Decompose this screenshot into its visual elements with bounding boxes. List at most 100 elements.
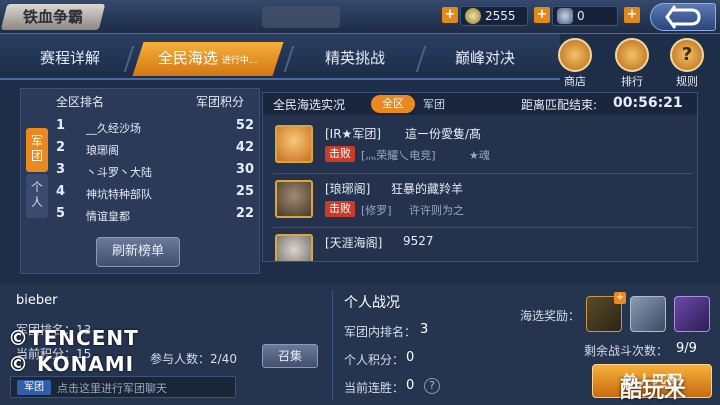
streak-value: 0	[406, 378, 415, 393]
ranking-icon	[615, 38, 649, 72]
site-watermark: 酷玩米	[620, 378, 687, 403]
live-feed-header: 全民海选实况 全区 军团 距离匹配结束: 00:56:21	[263, 93, 697, 115]
filter-legion-button[interactable]: 军团	[423, 96, 445, 112]
summon-button[interactable]: 召集	[262, 344, 318, 368]
shield-icon	[557, 8, 573, 24]
row-rank: 4	[56, 184, 66, 199]
countdown-timer: 00:56:21	[613, 95, 683, 111]
currency2-value: 0	[577, 9, 585, 23]
avatar	[275, 180, 313, 218]
konami-watermark: © KONAMI	[8, 352, 135, 376]
remaining-battles-label: 剩余战斗次数：	[584, 344, 669, 358]
badge-reward-icon[interactable]	[674, 296, 710, 332]
feed-item: [天涯海阁] 9527	[273, 227, 693, 261]
feed-team: [琅琊阁]	[325, 182, 371, 196]
leaderboard-row: 2 琅琊阁 42	[56, 140, 276, 160]
feed-opponent-player: ★魂	[469, 149, 490, 162]
side-tab-personal[interactable]: 个人	[26, 174, 48, 218]
live-feed-title: 全民海选实况	[273, 98, 346, 112]
feed-player: 這ー份愛隻/髙	[405, 127, 482, 141]
tab-audition-status: 进行中...	[222, 56, 258, 66]
streak-label: 当前连胜：	[344, 381, 405, 395]
avatar	[275, 125, 313, 163]
tab-audition-label: 全民海选	[158, 49, 219, 67]
back-button[interactable]	[650, 3, 716, 31]
personal-rank-label: 军团内排名：	[344, 325, 417, 339]
rules-button[interactable]: ? 规则	[665, 38, 709, 89]
shop-icon	[558, 38, 592, 72]
feed-item: [琅琊阁] 狂暴的藏羚羊 击败 [修罗] 许许则为之	[273, 173, 693, 221]
countdown-label: 距离匹配结束:	[521, 98, 598, 112]
rules-label: 规则	[676, 75, 698, 88]
tab-audition[interactable]: 全民海选 进行中...	[132, 42, 284, 76]
feed-opponent: [修罗]	[361, 204, 392, 217]
ranking-button[interactable]: 排行	[610, 38, 654, 89]
row-name: __久经沙场	[86, 122, 141, 135]
row-points: 52	[235, 118, 254, 133]
row-name: 琅琊阁	[86, 144, 119, 157]
tab-divider	[283, 46, 295, 72]
feed-opponent-player: 许许则为之	[409, 204, 464, 217]
live-feed-panel: 全民海选实况 全区 军团 距离匹配结束: 00:56:21 [IR★军团] 這ー…	[262, 92, 698, 262]
medal-icon	[465, 8, 481, 24]
col-points-header: 军团积分	[196, 95, 245, 109]
feed-team: [天涯海阁]	[325, 236, 383, 250]
currency1-display: 2555	[460, 6, 528, 26]
feed-team: [IR★军团]	[325, 127, 381, 141]
shop-button[interactable]: 商店	[553, 38, 597, 89]
row-rank: 2	[56, 140, 66, 155]
app-title: 铁血争霸	[0, 4, 106, 30]
personal-rank-value: 3	[420, 322, 429, 337]
filter-all-button[interactable]: 全区	[371, 95, 415, 113]
side-tab-legion[interactable]: 军团	[26, 128, 48, 172]
row-name: 神坑特种部队	[86, 188, 152, 201]
row-points: 22	[235, 206, 254, 221]
currency1-value: 2555	[485, 9, 516, 23]
row-points: 42	[235, 140, 254, 155]
participants-count: 参与人数：2/40	[150, 352, 237, 366]
feed-player: 狂暴的藏羚羊	[391, 182, 464, 196]
divider	[332, 290, 333, 400]
result-badge: 击败	[325, 146, 355, 162]
help-icon[interactable]: ?	[424, 378, 440, 394]
personal-stats-title: 个人战况	[344, 295, 400, 311]
ranking-label: 排行	[621, 75, 643, 88]
result-badge: 击败	[325, 201, 355, 217]
row-rank: 1	[56, 118, 66, 133]
player-name: bieber	[16, 293, 58, 308]
leaderboard-row: 4 神坑特种部队 25	[56, 184, 276, 204]
rewards-label: 海选奖励：	[520, 309, 581, 323]
add-currency1-button[interactable]: +	[442, 7, 458, 23]
stage-tabs: 赛程详解 全民海选 进行中... 精英挑战 巅峰对决	[0, 34, 560, 80]
add-currency2-button[interactable]: +	[534, 7, 550, 23]
leaderboard-row: 3 丶斗罗丶大陆 30	[56, 162, 276, 182]
back-arrow-icon	[665, 5, 701, 29]
row-points: 25	[235, 184, 254, 199]
tab-divider	[123, 46, 135, 72]
reward-plus-icon: +	[614, 292, 626, 304]
row-rank: 3	[56, 162, 66, 177]
leaderboard-row: 5 情谊皇都 22	[56, 206, 276, 226]
add-currency3-button[interactable]: +	[624, 7, 640, 23]
blurred-tab	[262, 6, 340, 28]
currency2-display: 0	[552, 6, 618, 26]
tab-elite[interactable]: 精英挑战	[300, 42, 410, 76]
personal-points-label: 个人积分：	[344, 353, 405, 367]
tab-divider	[415, 46, 427, 72]
refresh-leaderboard-button[interactable]: 刷新榜单	[96, 237, 180, 267]
tab-peak[interactable]: 巅峰对决	[430, 42, 540, 76]
feed-item: [IR★军团] 這ー份愛隻/髙 击败 [灬荣耀乀电竞] ★魂	[273, 119, 693, 167]
top-bar: 铁血争霸 + 2555 + 0 +	[0, 0, 720, 34]
leaderboard-row: 1 __久经沙场 52	[56, 118, 276, 138]
tab-schedule[interactable]: 赛程详解	[20, 42, 120, 76]
chat-placeholder: 点击这里进行军团聊天	[57, 382, 167, 395]
rules-icon: ?	[670, 38, 704, 72]
row-name: 丶斗罗丶大陆	[86, 166, 152, 179]
crate-reward-icon[interactable]	[630, 296, 666, 332]
legion-chat-input[interactable]: 军团 点击这里进行军团聊天	[10, 376, 236, 398]
shop-label: 商店	[564, 75, 586, 88]
row-rank: 5	[56, 206, 66, 221]
row-name: 情谊皇都	[86, 210, 130, 223]
row-points: 30	[235, 162, 254, 177]
feed-opponent: [灬荣耀乀电竞]	[361, 149, 436, 162]
